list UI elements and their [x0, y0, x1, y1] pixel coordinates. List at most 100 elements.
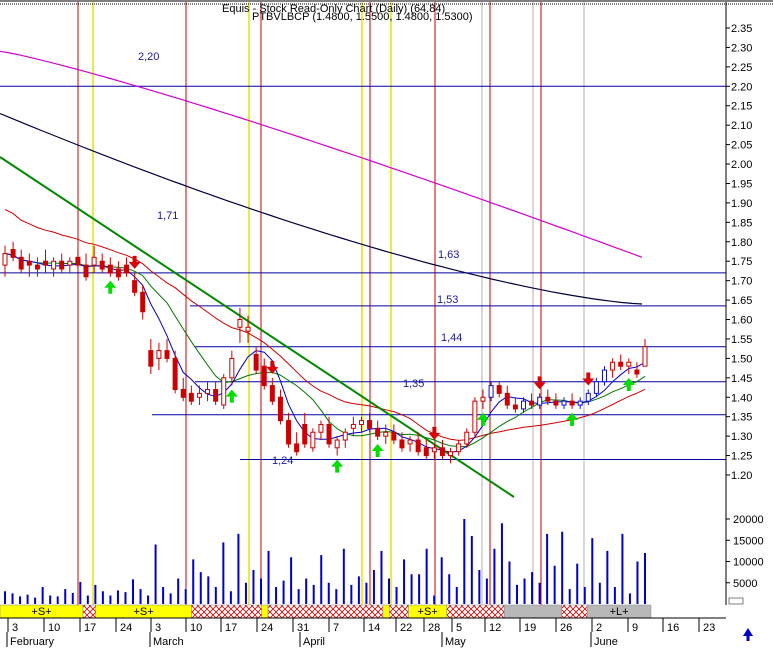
strip-segment	[561, 604, 588, 619]
strip-segment	[191, 604, 262, 619]
price-tick-label: 1.60	[731, 315, 752, 327]
date-tick-label: 10	[48, 622, 60, 634]
candle-down	[277, 396, 283, 422]
candle-up	[67, 260, 73, 266]
candle-up	[464, 431, 470, 445]
candle-up	[318, 423, 324, 433]
date-tick-label: 26	[560, 622, 572, 634]
candle-up	[626, 361, 632, 367]
candle-up	[610, 361, 616, 371]
level-label: 1,44	[441, 332, 462, 344]
strip-label: +S+	[31, 606, 51, 618]
price-tick-label: 1.30	[731, 431, 752, 443]
date-tick-label: 2	[596, 622, 602, 634]
price-tick-label: 1.65	[731, 295, 752, 307]
candle-down	[367, 420, 373, 429]
price-tick-label: 2.20	[731, 81, 752, 93]
candle-down	[569, 400, 575, 406]
price-tick-label: 2.25	[731, 62, 752, 74]
candle-down	[634, 369, 640, 375]
candle-down	[512, 404, 518, 410]
price-tick-label: 1.20	[731, 470, 752, 482]
date-tick-label: 5	[456, 622, 462, 634]
strip-label: +L+	[610, 606, 629, 618]
price-tick-label: 1.40	[731, 392, 752, 404]
candle-down	[180, 388, 186, 398]
candle-down	[253, 354, 259, 371]
price-tick-label: 2.15	[731, 101, 752, 113]
date-tick-label: 28	[428, 622, 440, 634]
price-tick-label: 1.50	[731, 353, 752, 365]
candle-down	[399, 439, 405, 449]
month-tick-label: May	[445, 636, 466, 648]
candle-down	[140, 291, 146, 313]
price-tick-label: 1.70	[731, 276, 752, 288]
volume-tick-label: 5000	[733, 578, 757, 590]
candle-down	[213, 388, 219, 402]
candle-down	[99, 260, 105, 270]
candle-down	[18, 256, 24, 270]
candle-down	[164, 350, 170, 359]
level-label: 1,53	[437, 294, 458, 306]
price-tick-label: 1.55	[731, 334, 752, 346]
month-tick-label: March	[153, 636, 184, 648]
candle-up	[520, 400, 526, 410]
candle-up	[196, 392, 202, 398]
volume-tick-label: 20000	[733, 514, 764, 526]
date-tick-label: 19	[524, 622, 536, 634]
stock-chart[interactable]: 2,20 1,71 1,63 1,53 1,44 1,35 1,24 +S+ +S+ +S+ +L…	[0, 0, 773, 648]
candle-down	[132, 280, 138, 293]
candle-down	[423, 447, 429, 457]
candle-down	[553, 400, 559, 406]
candle-up	[456, 443, 462, 453]
candle-up	[358, 420, 364, 425]
month-tick-label: June	[594, 636, 618, 648]
price-tick-label: 1.85	[731, 217, 752, 229]
date-tick-label: 14	[368, 622, 380, 634]
chart-background	[0, 0, 773, 648]
axis-scroll-handle[interactable]	[728, 597, 744, 605]
candle-down	[115, 268, 121, 278]
candle-up	[245, 326, 251, 332]
date-tick-label: 7	[333, 622, 339, 634]
price-tick-label: 1.80	[731, 237, 752, 249]
candle-up	[431, 447, 437, 453]
candle-up	[585, 392, 591, 402]
price-tick-label: 2.00	[731, 159, 752, 171]
candle-down	[302, 423, 308, 445]
price-tick-label: 2.05	[731, 140, 752, 152]
candle-down	[34, 264, 40, 270]
date-tick-label: 12	[489, 622, 501, 634]
candle-down	[496, 385, 502, 394]
strip-segment	[389, 604, 409, 619]
level-label: 1,24	[272, 455, 293, 467]
date-tick-label: 10	[190, 622, 202, 634]
strip-segment	[267, 604, 384, 619]
price-tick-label: 1.25	[731, 451, 752, 463]
candle-up	[561, 400, 567, 406]
volume-tick-label: 15000	[733, 535, 764, 547]
level-label: 1,63	[438, 249, 459, 261]
candle-down	[188, 392, 194, 402]
price-tick-label: 1.75	[731, 256, 752, 268]
candle-down	[439, 447, 445, 457]
strip-segment	[82, 604, 96, 619]
date-tick-label: 9	[632, 622, 638, 634]
candle-down	[294, 443, 300, 453]
candle-up	[593, 381, 599, 394]
candle-up	[383, 431, 389, 437]
candle-down	[415, 439, 421, 453]
candle-up	[91, 256, 97, 266]
date-tick-label: 31	[297, 622, 309, 634]
candle-down	[269, 385, 275, 402]
candle-up	[334, 439, 340, 449]
candle-up	[577, 400, 583, 406]
candle-down	[545, 396, 551, 402]
candle-down	[286, 420, 292, 445]
candle-down	[107, 264, 113, 274]
candle-up	[342, 431, 348, 441]
candle-up	[407, 439, 413, 445]
strip-label: +S+	[418, 606, 438, 618]
candle-up	[601, 369, 607, 383]
candle-down	[326, 423, 332, 445]
